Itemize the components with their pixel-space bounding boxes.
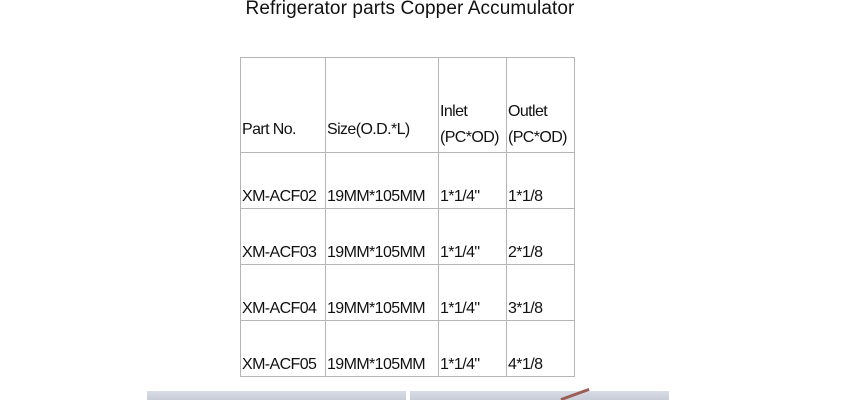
page-title: Refrigerator parts Copper Accumulator (245, 0, 575, 19)
cell-part-no: XM-ACF03 (240, 208, 326, 265)
cell-inlet: 1*1/4" (438, 320, 507, 377)
table-row: XM-ACF03 19MM*105MM 1*1/4" 2*1/8 (240, 208, 575, 265)
table-header-row: Part No. Size(O.D.*L) Inlet (PC*OD) Outle… (240, 57, 575, 153)
cell-outlet: 1*1/8 (506, 152, 575, 209)
header-size: Size(O.D.*L) (325, 57, 439, 153)
spec-table: Part No. Size(O.D.*L) Inlet (PC*OD) Outle… (240, 57, 575, 377)
cell-part-no: XM-ACF02 (240, 152, 326, 209)
table-row: XM-ACF02 19MM*105MM 1*1/4" 1*1/8 (240, 152, 575, 209)
header-inlet-line2: (PC*OD) (440, 129, 500, 146)
product-photo (147, 391, 406, 400)
cell-part-no: XM-ACF05 (240, 320, 326, 377)
cell-size: 19MM*105MM (325, 208, 439, 265)
cell-outlet: 3*1/8 (506, 264, 575, 321)
cell-size: 19MM*105MM (325, 320, 439, 377)
header-inlet-line1: Inlet (440, 103, 468, 120)
header-inlet: Inlet (PC*OD) (438, 57, 507, 153)
cell-outlet: 2*1/8 (506, 208, 575, 265)
header-outlet-line1: Outlet (508, 103, 548, 120)
header-outlet: Outlet (PC*OD) (506, 57, 575, 153)
product-page: Refrigerator parts Copper Accumulator Pa… (0, 0, 850, 400)
cell-inlet: 1*1/4" (438, 208, 507, 265)
cell-part-no: XM-ACF04 (240, 264, 326, 321)
table-row: XM-ACF04 19MM*105MM 1*1/4" 3*1/8 (240, 264, 575, 321)
cell-outlet: 4*1/8 (506, 320, 575, 377)
cell-size: 19MM*105MM (325, 264, 439, 321)
product-photo-detail (560, 387, 590, 400)
cell-inlet: 1*1/4" (438, 152, 507, 209)
cell-size: 19MM*105MM (325, 152, 439, 209)
cell-inlet: 1*1/4" (438, 264, 507, 321)
product-photo (410, 387, 669, 400)
header-outlet-line2: (PC*OD) (508, 129, 568, 146)
table-row: XM-ACF05 19MM*105MM 1*1/4" 4*1/8 (240, 320, 575, 377)
header-part-no: Part No. (240, 57, 326, 153)
